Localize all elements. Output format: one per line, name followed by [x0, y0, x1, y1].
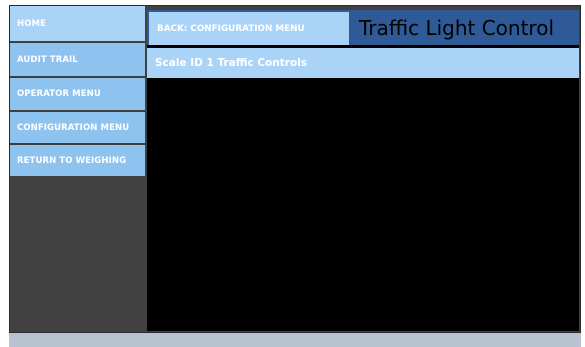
- back-button-label: BACK: CONFIGURATION MENU: [157, 23, 305, 34]
- sidebar-item-operator-menu[interactable]: OPERATOR MENU: [10, 78, 145, 112]
- page-header: BACK: CONFIGURATION MENU Traffic Light C…: [147, 10, 579, 45]
- sidebar-item-audit-trail[interactable]: AUDIT TRAIL: [10, 43, 145, 78]
- sidebar-item-return-to-weighing[interactable]: RETURN TO WEIGHING: [10, 145, 145, 176]
- sidebar-item-label: RETURN TO WEIGHING: [17, 155, 127, 166]
- page-title: Traffic Light Control: [359, 15, 555, 40]
- sidebar-nav: HOME AUDIT TRAIL OPERATOR MENU CONFIGURA…: [10, 6, 145, 176]
- sidebar-item-label: HOME: [17, 18, 47, 29]
- sidebar-item-label: CONFIGURATION MENU: [17, 122, 130, 133]
- back-button[interactable]: BACK: CONFIGURATION MENU: [149, 12, 349, 45]
- app-frame: HOME AUDIT TRAIL OPERATOR MENU CONFIGURA…: [9, 5, 581, 333]
- main-panel: BACK: CONFIGURATION MENU Traffic Light C…: [147, 10, 579, 331]
- sidebar-item-home[interactable]: HOME: [10, 6, 145, 43]
- sidebar-item-label: OPERATOR MENU: [17, 89, 101, 99]
- status-bar: [9, 333, 581, 347]
- sidebar-item-configuration-menu[interactable]: CONFIGURATION MENU: [10, 112, 145, 145]
- sidebar-item-label: AUDIT TRAIL: [17, 54, 78, 65]
- section-title: Scale ID 1 Traffic Controls: [147, 48, 579, 78]
